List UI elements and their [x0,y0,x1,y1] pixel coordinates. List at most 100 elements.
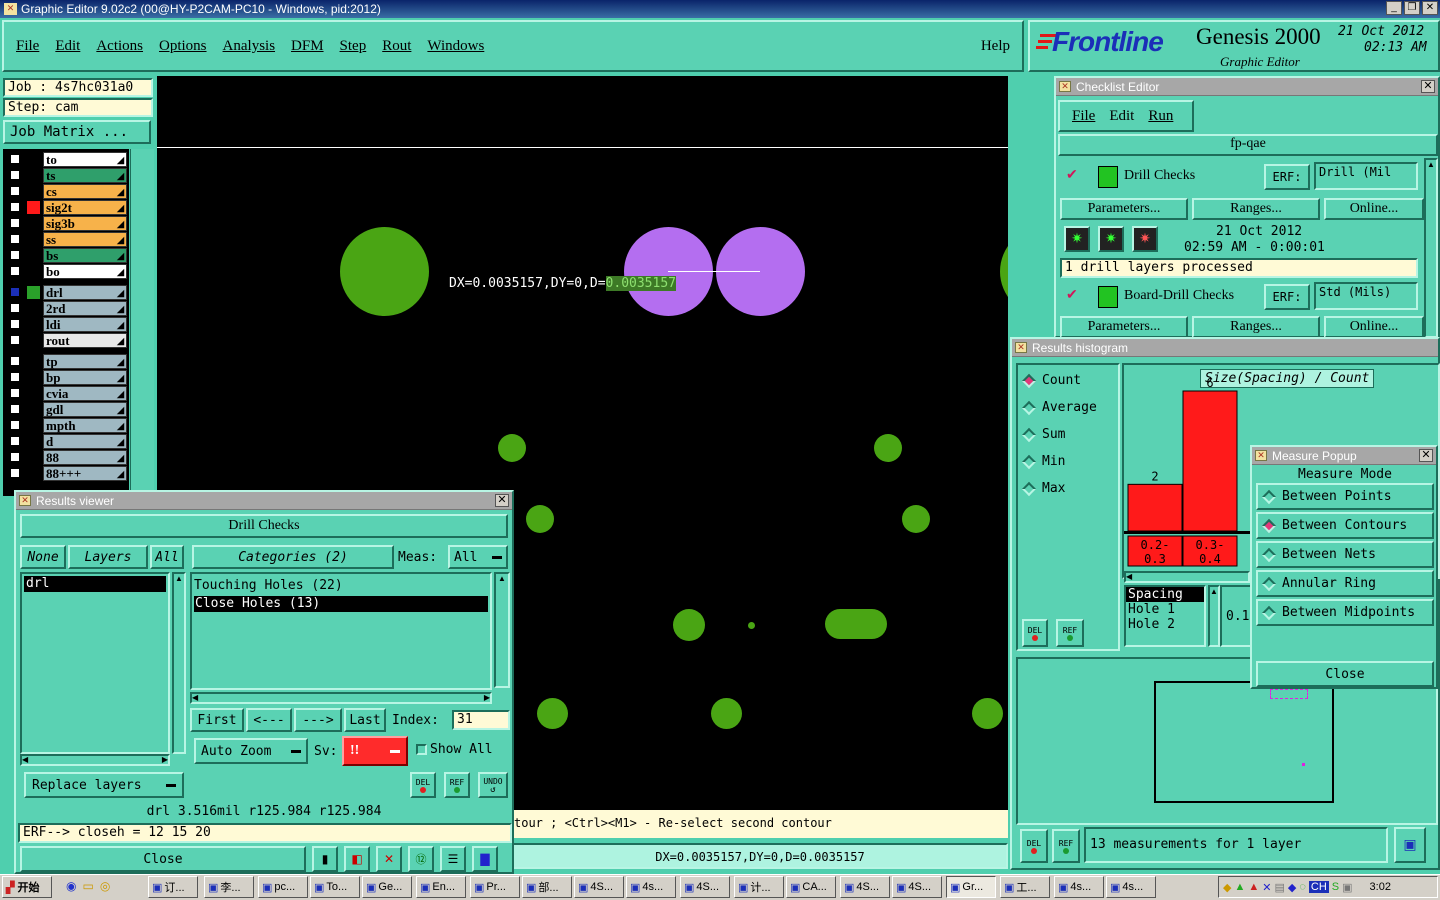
layer-row[interactable]: 88 ◢ [7,450,127,465]
taskbar-item[interactable]: ▣ CA... [786,876,836,898]
hist-mode-average[interactable]: Average [1021,400,1097,415]
category-item-selected[interactable]: Close Holes (13) [194,596,488,612]
layer-name[interactable]: rout ◢ [43,333,127,348]
menu-actions[interactable]: Actions [96,38,143,55]
hist-mode-max[interactable]: Max [1021,481,1065,496]
taskbar-item[interactable]: ▣ 订... [148,876,198,898]
close-window-button[interactable]: ✕ [1422,1,1438,15]
all-button[interactable]: All [150,545,184,569]
meas-dropdown[interactable]: All [448,545,508,569]
erf-value[interactable]: Std (Mils) [1314,282,1418,310]
layer-color-swatch[interactable] [27,286,40,299]
severity-dropdown[interactable]: !! [342,736,408,766]
measure-option-between-points[interactable]: Between Points [1256,483,1434,510]
tray-icon[interactable]: S [1332,881,1339,893]
tray-icon[interactable]: ◌ [1299,881,1306,893]
ranges-button[interactable]: Ranges... [1192,316,1320,338]
close-icon[interactable]: ✕ [1419,449,1433,462]
layer-name[interactable]: sig3b ◢ [43,216,127,231]
undo-button[interactable]: UNDO ↺ [478,772,508,798]
taskbar-item[interactable]: ▣ 李... [204,876,254,898]
categories-button[interactable]: Categories (2) [192,545,394,569]
layer-name[interactable]: 2rd ◢ [43,301,127,316]
layer-row[interactable]: cs ◢ [7,184,127,199]
layer-row[interactable]: gdl ◢ [7,402,127,417]
layer-row[interactable]: tp ◢ [7,354,127,369]
layer-row[interactable]: bo ◢ [7,264,127,279]
layer-name[interactable]: bo ◢ [43,264,127,279]
layer-checkbox[interactable] [9,467,21,479]
layer-checkbox[interactable] [9,302,21,314]
job-matrix-button[interactable]: Job Matrix ... [3,120,151,144]
layer-row[interactable]: bp ◢ [7,370,127,385]
layer-checkbox[interactable] [9,419,21,431]
measure-option-between-midpoints[interactable]: Between Midpoints [1256,599,1434,626]
start-button[interactable]: ▞ 开始 [2,876,52,898]
layer-checkbox[interactable] [9,387,21,399]
menu-step[interactable]: Step [340,38,367,55]
layer-checkbox[interactable] [9,265,21,277]
taskbar-item[interactable]: ▣ 4S... [892,876,942,898]
layer-name[interactable]: ldi ◢ [43,317,127,332]
taskbar-item[interactable]: ▣ 4S... [680,876,730,898]
layer-color-swatch[interactable] [27,302,40,315]
layer-row[interactable]: rout ◢ [7,333,127,348]
close-icon[interactable]: ✕ [495,494,509,507]
layer-list-scrollbar[interactable]: ▲ [172,572,186,754]
menu-options[interactable]: Options [159,38,207,55]
layer-results-list[interactable]: drl [20,572,170,754]
layer-name[interactable]: bs ◢ [43,248,127,263]
checklist-menu-run[interactable]: Run [1148,108,1173,125]
taskbar-item[interactable]: ▣ Gr... [946,876,996,898]
hist-scrollbar[interactable]: ◀ [1124,571,1250,583]
table-scrollbar[interactable]: ▲ [1208,585,1220,647]
ref-button[interactable]: REF [1052,829,1080,863]
taskbar-item[interactable]: ▣ 4s... [1054,876,1104,898]
layer-checkbox[interactable] [9,153,21,165]
index-field[interactable]: 31 [452,710,510,730]
layer-row[interactable]: mpth ◢ [7,418,127,433]
layer-row[interactable]: bs ◢ [7,248,127,263]
tray-icon[interactable]: ◆ [1288,881,1296,894]
category-results-list[interactable]: Touching Holes (22) Close Holes (13) [190,572,492,690]
toolbar-icon-4[interactable]: ⑫ [408,846,434,872]
measure-option-between-nets[interactable]: Between Nets [1256,541,1434,568]
taskbar-item[interactable]: ▣ 4S... [574,876,624,898]
show-all-checkbox[interactable] [416,744,427,755]
layer-color-swatch[interactable] [27,217,40,230]
taskbar-item[interactable]: ▣ 4S... [840,876,890,898]
tray-icon[interactable]: ◆ [1223,881,1231,894]
hist-mode-min[interactable]: Min [1021,454,1065,469]
erf-button[interactable]: ERF: [1264,284,1310,310]
ie-icon[interactable]: ◉ [66,879,76,893]
layer-row[interactable]: d ◢ [7,434,127,449]
layer-name[interactable]: mpth ◢ [43,418,127,433]
taskbar-item[interactable]: ▣ To... [310,876,360,898]
next-button[interactable]: ---> [294,708,342,732]
checklist-scrollbar[interactable]: ▲ [1424,158,1438,338]
check-enabled-icon[interactable]: ✔ [1066,286,1078,303]
folder-icon[interactable]: ▭ [82,879,93,893]
ref-button[interactable]: REF [1056,619,1084,647]
checklist-menu-edit[interactable]: Edit [1109,108,1134,125]
taskbar-item[interactable]: ▣ 工... [1000,876,1050,898]
minimize-button[interactable]: _ [1386,1,1402,15]
layer-color-swatch[interactable] [27,451,40,464]
layer-name[interactable]: drl ◢ [43,285,127,300]
taskbar-item[interactable]: ▣ 4s... [626,876,676,898]
layer-color-swatch[interactable] [27,318,40,331]
layer-name[interactable]: bp ◢ [43,370,127,385]
toolbar-icon-1[interactable]: ▮ [312,846,338,872]
layer-color-swatch[interactable] [27,249,40,262]
layer-checkbox[interactable] [9,201,21,213]
layer-row[interactable]: 88+++ ◢ [7,466,127,481]
layer-checkbox[interactable] [9,451,21,463]
layer-checkbox[interactable] [9,169,21,181]
del-button[interactable]: DEL [1022,619,1048,647]
tray-icon[interactable]: ▣ [1342,881,1352,894]
layer-row[interactable]: cvia ◢ [7,386,127,401]
layer-name[interactable]: sig2t ◢ [43,200,127,215]
run-icon[interactable]: ✷ [1064,226,1090,252]
screen-icon[interactable]: ▣ [1394,827,1426,863]
layer-name[interactable]: to ◢ [43,152,127,167]
